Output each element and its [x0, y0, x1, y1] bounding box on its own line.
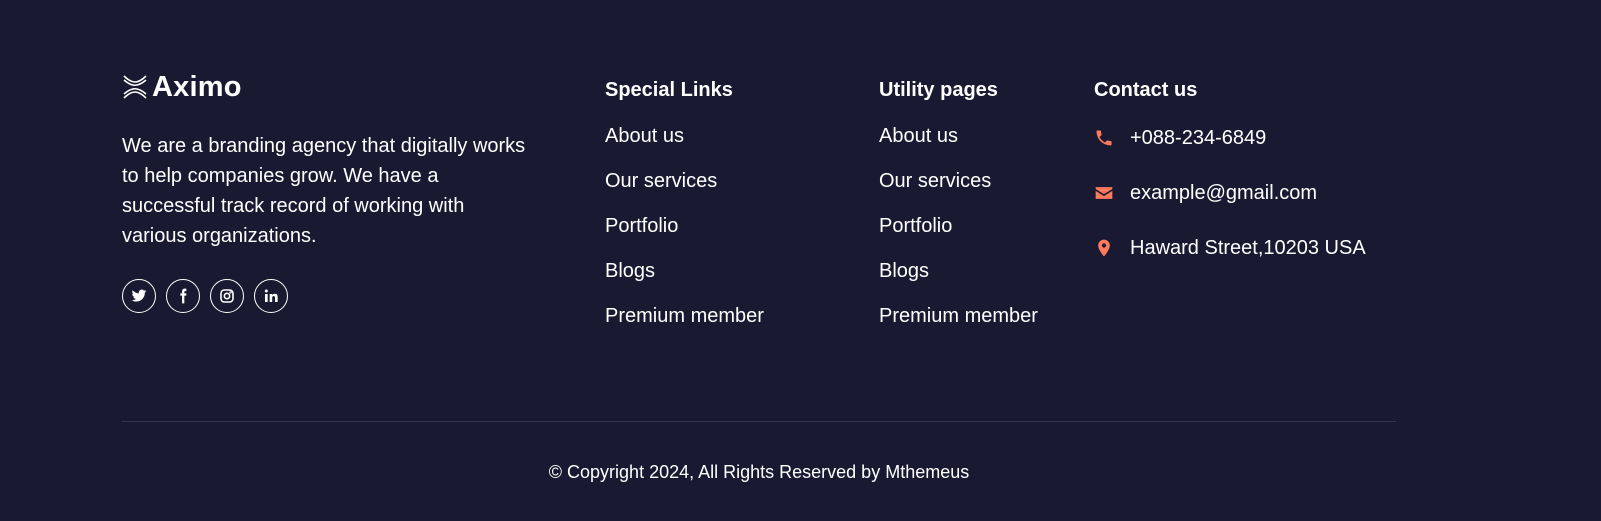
contact-email: example@gmail.com — [1094, 178, 1366, 208]
contact-heading: Contact us — [1094, 79, 1198, 101]
copyright-text: © Copyright 2024, All Rights Reserved by… — [548, 462, 970, 482]
address-text: Haward Street,10203 USA — [1130, 236, 1366, 259]
special-link-premium-member[interactable]: Premium member — [605, 305, 764, 327]
twitter-link[interactable] — [122, 279, 156, 313]
facebook-link[interactable] — [166, 279, 200, 313]
aximo-logo-icon — [123, 75, 147, 99]
social-links — [122, 279, 542, 313]
special-link-portfolio[interactable]: Portfolio — [605, 215, 678, 237]
footer-divider — [122, 421, 1396, 422]
phone-icon — [1096, 130, 1112, 146]
utility-link-about-us[interactable]: About us — [879, 125, 958, 147]
special-links-column: Special Links About us Our services Port… — [605, 77, 764, 349]
utility-link-our-services[interactable]: Our services — [879, 170, 991, 192]
contact-address: Haward Street,10203 USA — [1094, 233, 1366, 263]
contact-phone: +088-234-6849 — [1094, 123, 1366, 153]
facebook-icon — [180, 288, 187, 304]
utility-pages-heading: Utility pages — [879, 79, 998, 101]
utility-link-premium-member[interactable]: Premium member — [879, 305, 1038, 327]
linkedin-icon — [264, 289, 278, 302]
site-footer: Aximo We are a branding agency that digi… — [0, 0, 1601, 521]
special-links-heading: Special Links — [605, 79, 733, 101]
contact-column: Contact us +088-234-6849 example@gmail.c… — [1094, 77, 1366, 288]
instagram-link[interactable] — [210, 279, 244, 313]
utility-link-portfolio[interactable]: Portfolio — [879, 215, 952, 237]
email-link[interactable]: example@gmail.com — [1130, 182, 1317, 205]
instagram-icon — [220, 289, 234, 303]
brand-description: We are a branding agency that digitally … — [122, 135, 526, 247]
utility-link-blogs[interactable]: Blogs — [879, 260, 929, 282]
brand-column: Aximo We are a branding agency that digi… — [122, 70, 542, 313]
contact-list: +088-234-6849 example@gmail.com Haward S… — [1094, 123, 1366, 263]
logo-text: Aximo — [152, 70, 242, 103]
utility-pages-column: Utility pages About us Our services Port… — [879, 77, 1038, 349]
special-link-about-us[interactable]: About us — [605, 125, 684, 147]
special-links-list: About us Our services Portfolio Blogs Pr… — [605, 124, 764, 328]
phone-number-link[interactable]: +088-234-6849 — [1130, 127, 1266, 150]
location-pin-icon — [1098, 239, 1110, 257]
linkedin-link[interactable] — [254, 279, 288, 313]
special-link-our-services[interactable]: Our services — [605, 170, 717, 192]
site-logo[interactable]: Aximo — [122, 70, 542, 104]
envelope-icon — [1095, 187, 1113, 199]
utility-pages-list: About us Our services Portfolio Blogs Pr… — [879, 124, 1038, 328]
twitter-icon — [131, 289, 147, 302]
special-link-blogs[interactable]: Blogs — [605, 260, 655, 282]
